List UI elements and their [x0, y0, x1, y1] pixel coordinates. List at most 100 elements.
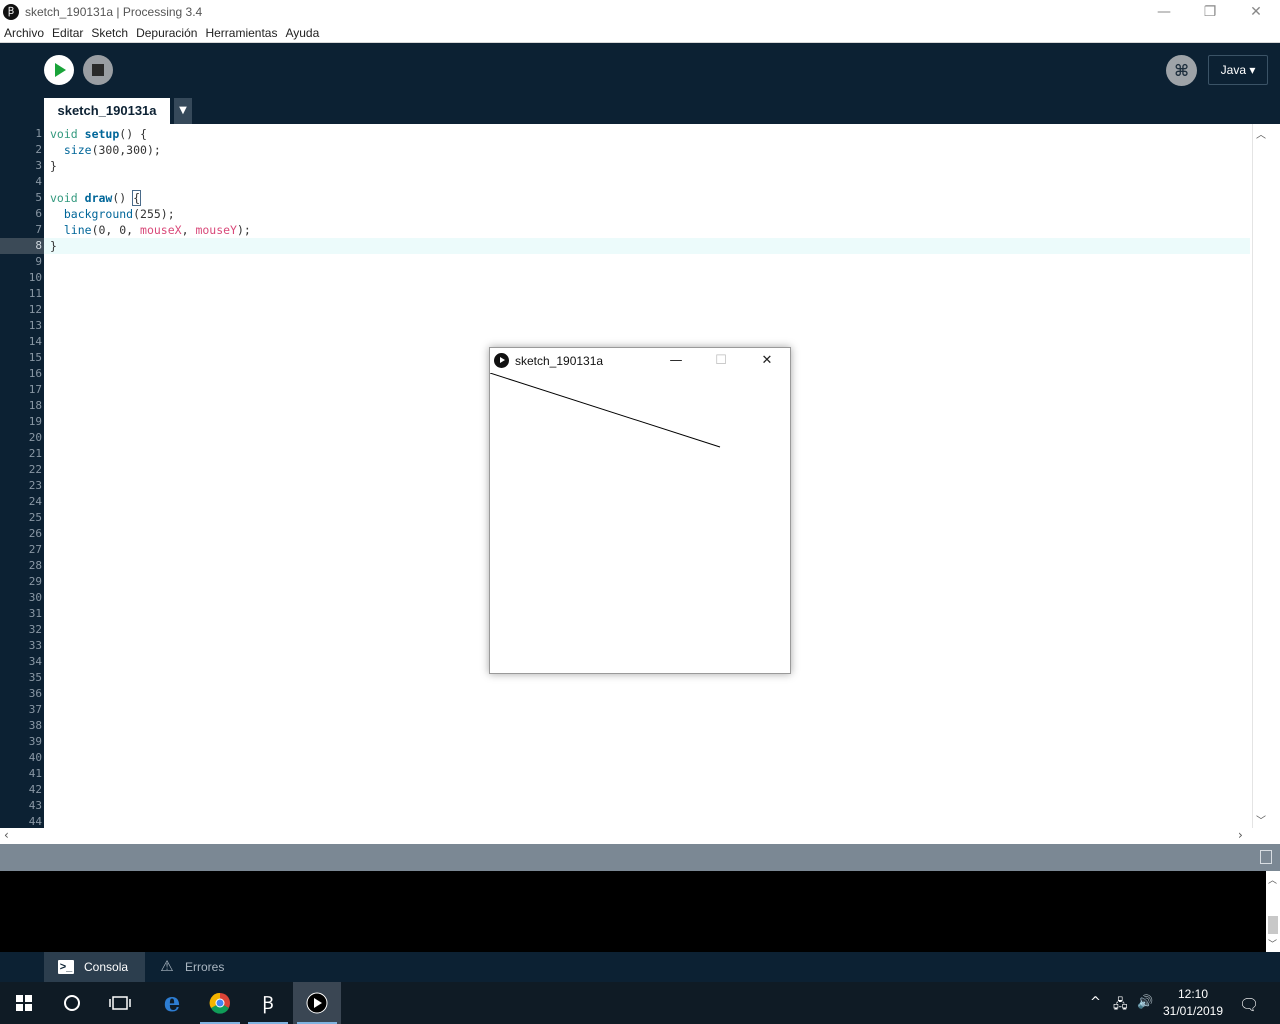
processing-icon[interactable]: Ꞵ [244, 982, 292, 1024]
maximize-icon: ☐ [715, 353, 727, 368]
footer-tabs: >_ Consola ⚠ Errores [0, 952, 1280, 982]
code-variable: mouseY [195, 223, 237, 237]
menu-editar[interactable]: Editar [52, 26, 83, 40]
notifications-icon[interactable]: 🗨 [1239, 995, 1259, 1014]
code-function: background [63, 207, 134, 221]
line-number: 8 [0, 238, 44, 254]
sketch-app-icon[interactable] [293, 982, 341, 1024]
menu-sketch[interactable]: Sketch [91, 26, 128, 40]
line-number: 15 [28, 351, 42, 364]
task-view-icon[interactable] [96, 982, 144, 1024]
line-number: 12 [28, 303, 42, 316]
line-number: 39 [28, 735, 42, 748]
stop-button[interactable] [83, 55, 113, 85]
line-number: 23 [28, 479, 42, 492]
sketch-title-bar[interactable]: sketch_190131a — ☐ ✕ [490, 348, 790, 373]
scroll-down-icon[interactable]: ﹀ [1268, 937, 1277, 950]
scroll-right-icon[interactable]: › [1238, 828, 1243, 842]
code-text: (0, 0, [91, 223, 141, 237]
menu-depuracion[interactable]: Depuración [136, 26, 197, 40]
title-bar: Ꞵ sketch_190131a | Processing 3.4 — ❐ ✕ [0, 0, 1280, 23]
clock[interactable]: 12:10 31/01/2019 [1160, 986, 1226, 1020]
tab-sketch[interactable]: sketch_190131a [44, 98, 170, 124]
warning-icon: ⚠ [160, 958, 174, 975]
line-number: 9 [35, 255, 42, 268]
console-scrollbar[interactable]: ︿ ﹀ [1266, 871, 1280, 952]
line-number: 1 [35, 127, 42, 140]
code-line-1: void setup() { [50, 126, 147, 142]
minimize-icon[interactable]: — [656, 348, 696, 373]
code-variable: mouseX [140, 223, 182, 237]
scroll-up-icon[interactable]: ︿ [1256, 126, 1266, 141]
line-number: 5 [35, 191, 42, 204]
status-bar [0, 844, 1280, 871]
line-number: 7 [35, 223, 42, 236]
network-icon[interactable]: 🖧 [1113, 995, 1128, 1017]
line-number: 42 [28, 783, 42, 796]
processing-app-icon: Ꞵ [3, 3, 19, 20]
mode-selector[interactable]: Java ▾ [1208, 55, 1268, 85]
search-icon[interactable] [48, 982, 96, 1024]
chrome-icon[interactable] [196, 982, 244, 1024]
sketch-window-title: sketch_190131a [515, 353, 604, 368]
current-line-highlight [44, 238, 1250, 254]
copy-console-icon[interactable] [1260, 850, 1272, 864]
drawn-line [490, 373, 721, 448]
tab-errors[interactable]: ⚠ Errores [145, 952, 235, 982]
line-number: 35 [28, 671, 42, 684]
scroll-down-icon[interactable]: ﹀ [1256, 812, 1266, 827]
code-text: () { [119, 127, 147, 141]
code-text: (300,300); [91, 143, 161, 157]
run-button[interactable] [44, 55, 74, 85]
line-number: 21 [28, 447, 42, 460]
menu-archivo[interactable]: Archivo [4, 26, 44, 40]
line-number: 6 [35, 207, 42, 220]
menu-herramientas[interactable]: Herramientas [205, 26, 277, 40]
line-number: 27 [28, 543, 42, 556]
line-number: 43 [28, 799, 42, 812]
tray-expand-icon[interactable]: ^ [1090, 995, 1101, 1010]
terminal-icon: >_ [58, 960, 74, 974]
code-keyword: void [50, 191, 78, 205]
edge-icon[interactable]: e [148, 982, 196, 1024]
line-number: 33 [28, 639, 42, 652]
line-number: 29 [28, 575, 42, 588]
window-title: sketch_190131a | Processing 3.4 [25, 4, 203, 19]
code-function: size [63, 143, 92, 157]
tab-menu-icon[interactable]: ▼ [174, 98, 192, 124]
line-number: 24 [28, 495, 42, 508]
code-function: setup [84, 127, 120, 141]
windows-start-icon[interactable] [0, 982, 48, 1024]
code-function: draw [84, 191, 113, 205]
editor-vertical-scrollbar[interactable]: ︿ ﹀ [1252, 124, 1268, 828]
console-output[interactable] [0, 871, 1266, 952]
debug-button[interactable]: ⌘ [1166, 55, 1197, 86]
minimize-icon[interactable]: — [1141, 0, 1187, 23]
close-icon[interactable]: ✕ [747, 348, 787, 373]
sketch-canvas[interactable] [490, 373, 790, 673]
errors-tab-label: Errores [185, 960, 225, 974]
editor-horizontal-scrollbar[interactable]: ‹ › [0, 828, 1252, 844]
bracket-match: { [132, 190, 142, 206]
restore-icon[interactable]: ❐ [1187, 0, 1233, 23]
line-number-gutter: 1 2 3 4 5 6 7 8 9 10 11 12 13 14 15 16 17 18 19 20 21 22 23 24 2… [0, 124, 44, 828]
code-line-2: size(300,300); [50, 142, 161, 158]
volume-icon[interactable]: 🔊 [1137, 995, 1153, 1010]
code-text: (255); [133, 207, 175, 221]
clock-time: 12:10 [1177, 987, 1209, 1001]
line-number: 16 [28, 367, 42, 380]
scroll-up-icon[interactable]: ︿ [1268, 873, 1277, 886]
code-text: ); [236, 223, 251, 237]
line-number: 31 [28, 607, 42, 620]
code-function: line [63, 223, 92, 237]
scroll-thumb[interactable] [1268, 916, 1278, 934]
line-number: 10 [28, 271, 42, 284]
line-number: 25 [28, 511, 42, 524]
close-icon[interactable]: ✕ [1233, 0, 1279, 23]
scroll-left-icon[interactable]: ‹ [4, 828, 9, 842]
tab-console[interactable]: >_ Consola [44, 952, 145, 982]
code-text: () [112, 191, 134, 205]
sketch-window[interactable]: sketch_190131a — ☐ ✕ [489, 347, 791, 674]
line-number: 41 [28, 767, 42, 780]
menu-ayuda[interactable]: Ayuda [285, 26, 319, 40]
